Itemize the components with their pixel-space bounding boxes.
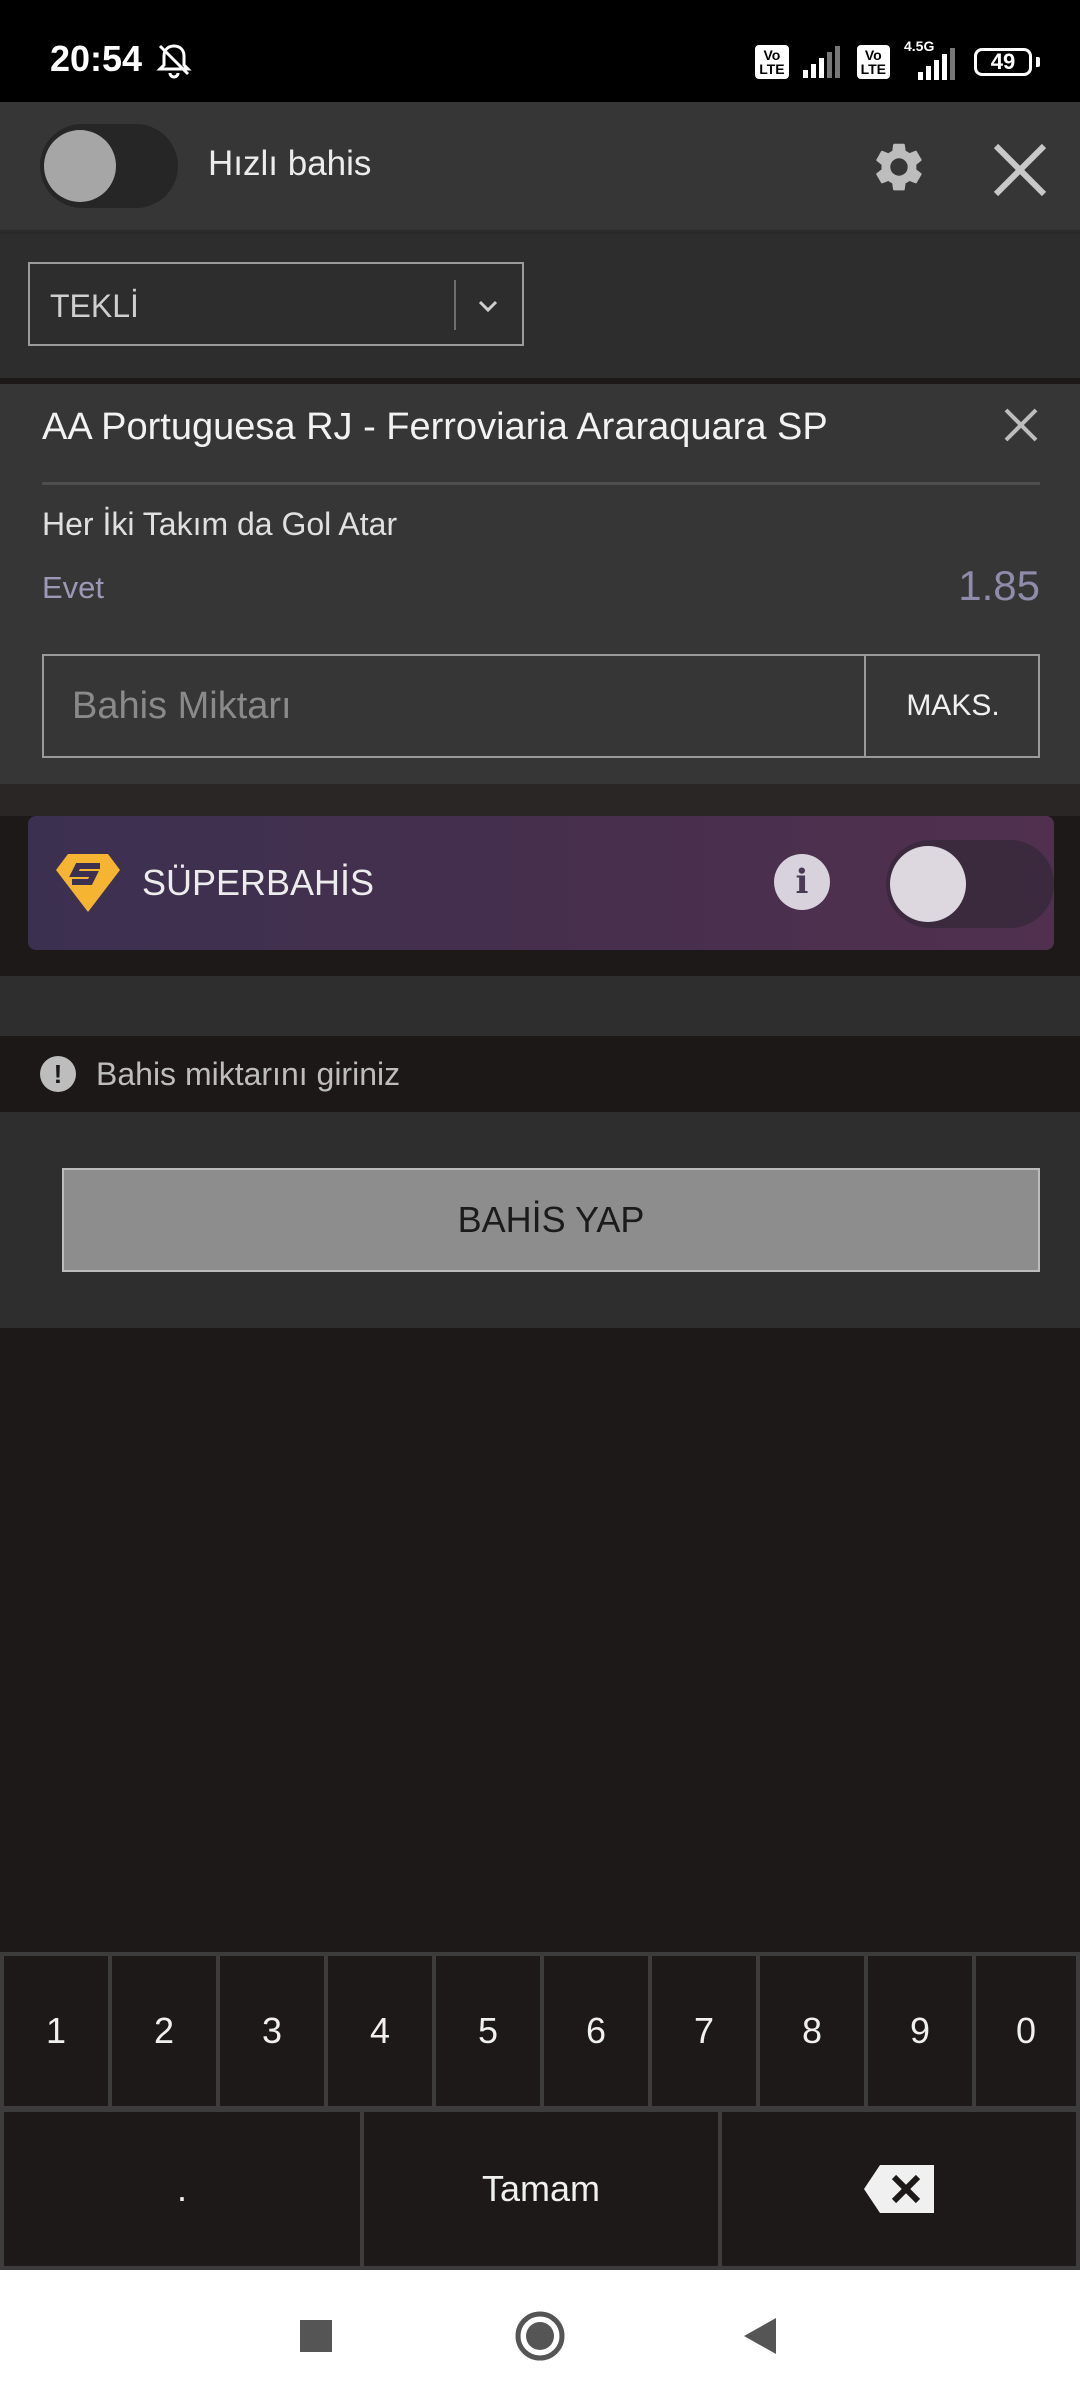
status-time: 20:54: [50, 38, 143, 79]
superbahis-banner: SÜPERBAHİS i: [28, 816, 1054, 950]
toggle-knob: [890, 846, 966, 922]
market-name: Her İki Takım da Gol Atar: [42, 506, 398, 542]
battery-icon: 49: [974, 48, 1032, 76]
place-bet-button[interactable]: BAHİS YAP: [62, 1168, 1040, 1272]
select-divider: [454, 280, 456, 330]
back-icon[interactable]: [740, 2316, 780, 2356]
superbahis-logo-icon: [56, 854, 120, 912]
stake-input[interactable]: [44, 656, 864, 756]
key-6[interactable]: 6: [544, 1956, 648, 2106]
status-bar: 20:54 Vo LTE Vo LTE 4.5G 49: [0, 0, 1080, 102]
chevron-down-icon: [478, 300, 498, 313]
bet-type-section: TEKLİ: [0, 234, 1080, 378]
quick-bet-label: Hızlı bahis: [208, 144, 372, 183]
recents-icon[interactable]: [298, 2318, 334, 2354]
key-3[interactable]: 3: [220, 1956, 324, 2106]
stake-notice: ! Bahis miktarını giriniz: [0, 1036, 1080, 1112]
signal-4g-icon: 4.5G: [904, 38, 960, 80]
key-9[interactable]: 9: [868, 1956, 972, 2106]
spacer: [0, 784, 1080, 816]
selection-name: Evet: [42, 570, 105, 605]
superbahis-title: SÜPERBAHİS: [142, 862, 375, 903]
key-2[interactable]: 2: [112, 1956, 216, 2106]
max-stake-button[interactable]: MAKS.: [864, 656, 1040, 756]
divider: [42, 482, 1040, 485]
info-icon[interactable]: i: [774, 854, 830, 910]
key-0[interactable]: 0: [976, 1956, 1076, 2106]
volte-icon: Vo LTE: [755, 45, 789, 79]
key-done[interactable]: Tamam: [364, 2112, 718, 2266]
key-backspace[interactable]: [722, 2112, 1076, 2266]
bet-card: AA Portuguesa RJ - Ferroviaria Araraquar…: [0, 384, 1080, 784]
remove-bet-icon[interactable]: [1002, 406, 1040, 444]
system-nav-bar: [0, 2270, 1080, 2400]
status-icons: Vo LTE Vo LTE 4.5G 49: [755, 38, 1040, 80]
odds-value: 1.85: [958, 562, 1040, 609]
toggle-knob: [44, 130, 116, 202]
volte-icon-2: Vo LTE: [856, 45, 890, 79]
notice-text: Bahis miktarını giriniz: [96, 1056, 401, 1092]
numeric-keypad: 1 2 3 4 5 6 7 8 9 0 . Tamam: [0, 1952, 1080, 2270]
quick-bet-toggle[interactable]: [40, 124, 178, 208]
betslip-header: Hızlı bahis: [0, 102, 1080, 234]
bell-off-icon: [156, 44, 192, 79]
home-icon[interactable]: [514, 2310, 566, 2362]
bet-type-select[interactable]: TEKLİ: [28, 262, 524, 346]
key-dot[interactable]: .: [4, 2112, 360, 2266]
alert-icon: !: [40, 1056, 76, 1092]
place-bet-section: BAHİS YAP: [0, 1112, 1080, 1328]
key-7[interactable]: 7: [652, 1956, 756, 2106]
signal-icon: [802, 46, 840, 78]
battery-tip: [1036, 57, 1040, 67]
gear-icon[interactable]: [870, 138, 928, 196]
backspace-icon: [864, 2165, 934, 2213]
match-title: AA Portuguesa RJ - Ferroviaria Araraquar…: [42, 406, 828, 448]
superbahis-toggle[interactable]: [886, 840, 1054, 928]
bet-type-value: TEKLİ: [50, 288, 139, 324]
key-5[interactable]: 5: [436, 1956, 540, 2106]
stake-field: MAKS.: [42, 654, 1040, 758]
key-8[interactable]: 8: [760, 1956, 864, 2106]
close-icon[interactable]: [990, 140, 1050, 200]
spacer: [0, 976, 1080, 1036]
key-4[interactable]: 4: [328, 1956, 432, 2106]
key-1[interactable]: 1: [4, 1956, 108, 2106]
